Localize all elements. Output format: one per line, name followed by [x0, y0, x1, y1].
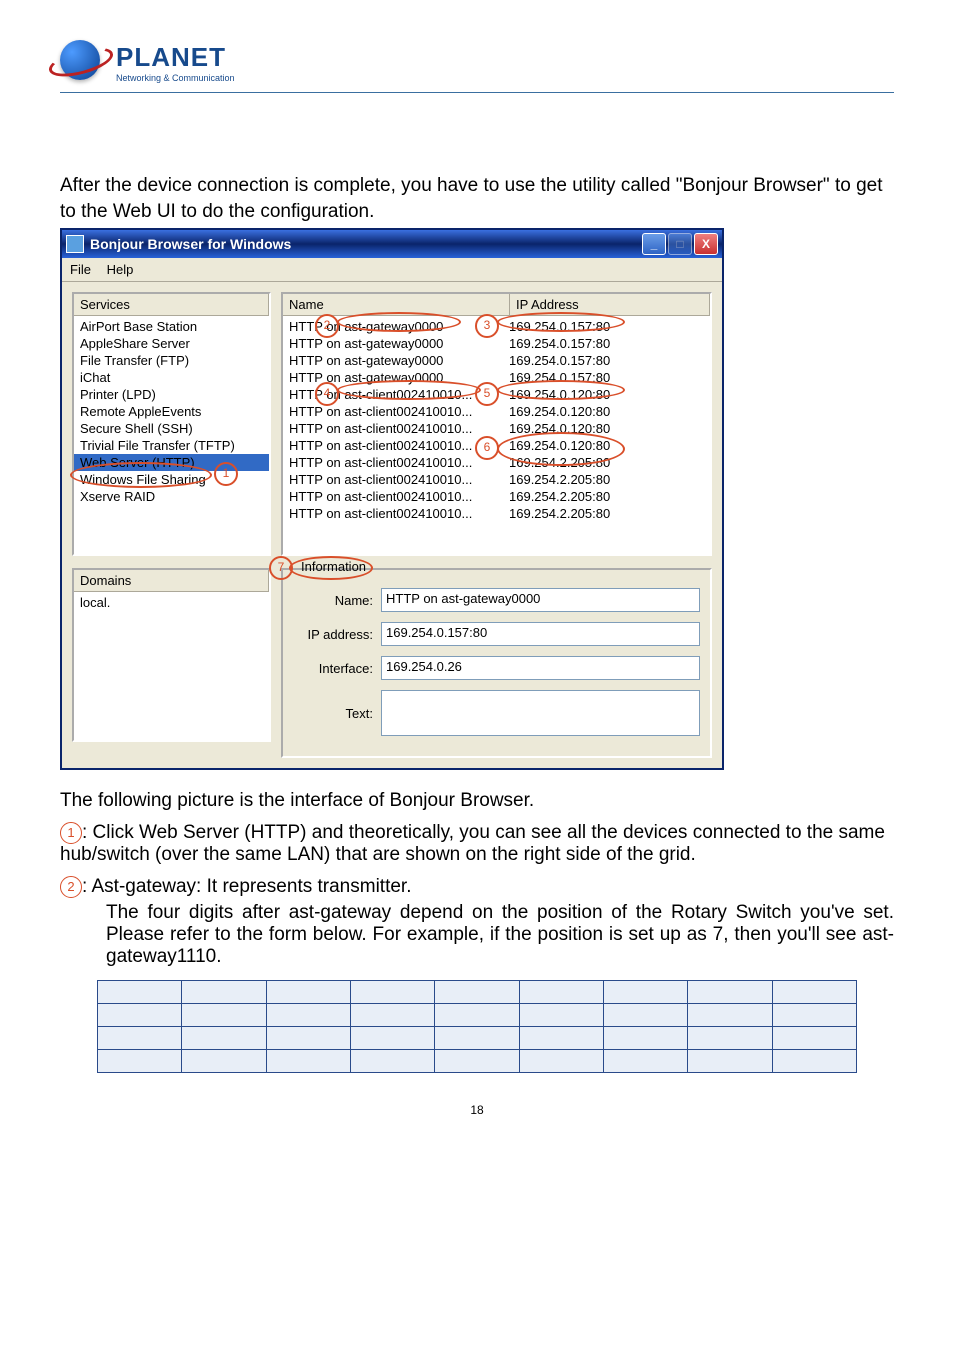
close-button[interactable]: X [694, 233, 718, 255]
bullet-2a-text: : Ast-gateway: It represents transmitter… [82, 876, 411, 897]
col-name: Name [283, 294, 510, 315]
services-header: Services [74, 294, 269, 315]
logo-sub: Networking & Communication [116, 73, 235, 83]
col-ip: IP Address [510, 294, 710, 315]
app-icon [66, 235, 84, 253]
main-row[interactable]: HTTP on ast-client002410010...169.254.2.… [283, 471, 710, 488]
menubar[interactable]: File Help [62, 258, 722, 282]
info-ip-value[interactable]: 169.254.0.157:80 [381, 622, 700, 646]
bonjour-window: Bonjour Browser for Windows _ □ X File H… [60, 228, 724, 770]
info-pane: 7 Information Name: HTTP on ast-gateway0… [281, 568, 712, 758]
main-row[interactable]: HTTP on ast-gateway0000169.254.0.157:80 [283, 335, 710, 352]
menu-help[interactable]: Help [107, 262, 134, 277]
service-item[interactable]: iChat [74, 369, 269, 386]
domain-item[interactable]: local. [74, 594, 269, 611]
domains-pane[interactable]: Domains local. [72, 568, 271, 742]
maximize-button[interactable]: □ [668, 233, 692, 255]
service-item[interactable]: Windows File Sharing [74, 471, 269, 488]
after-text: The following picture is the interface o… [60, 790, 894, 812]
info-title: Information [301, 559, 366, 574]
info-text-label: Text: [293, 706, 373, 721]
info-text-value[interactable] [381, 690, 700, 736]
main-row[interactable]: HTTP on ast-client002410010...169.254.0.… [283, 420, 710, 437]
minimize-button[interactable]: _ [642, 233, 666, 255]
service-item[interactable]: Remote AppleEvents [74, 403, 269, 420]
info-name-label: Name: [293, 593, 373, 608]
service-item[interactable]: Xserve RAID [74, 488, 269, 505]
main-row[interactable]: HTTP on ast-client002410010...169.254.2.… [283, 488, 710, 505]
services-pane[interactable]: Services AirPort Base Station AppleShare… [72, 292, 271, 556]
service-item-selected[interactable]: Web Server (HTTP) [74, 454, 269, 471]
main-row[interactable]: HTTP on ast-client002410010...169.254.2.… [283, 505, 710, 522]
main-row[interactable]: HTTP on ast-gateway0000169.254.0.157:80 [283, 352, 710, 369]
page-number: 18 [60, 1103, 894, 1117]
titlebar[interactable]: Bonjour Browser for Windows _ □ X [62, 230, 722, 258]
main-row[interactable]: HTTP on ast-gateway0000169.254.0.157:80 [283, 369, 710, 386]
domains-header: Domains [74, 570, 269, 591]
bullet-2b-text: The four digits after ast-gateway depend… [106, 902, 894, 968]
info-iface-value[interactable]: 169.254.0.26 [381, 656, 700, 680]
info-name-value[interactable]: HTTP on ast-gateway0000 [381, 588, 700, 612]
bullet-1-text: : Click Web Server (HTTP) and theoretica… [60, 822, 885, 865]
info-iface-label: Interface: [293, 661, 373, 676]
main-row[interactable]: HTTP on ast-client002410010...169.254.2.… [283, 454, 710, 471]
annotation-circle-7: 7 [269, 556, 293, 580]
main-row[interactable]: HTTP on ast-client002410010...169.254.0.… [283, 403, 710, 420]
bullet-1-icon: 1 [60, 822, 82, 844]
window-title: Bonjour Browser for Windows [90, 236, 291, 252]
service-item[interactable]: Trivial File Transfer (TFTP) [74, 437, 269, 454]
logo-title: PLANET [116, 42, 235, 73]
main-pane[interactable]: Name IP Address HTTP on ast-gateway00001… [281, 292, 712, 556]
bullet-2-icon: 2 [60, 876, 82, 898]
service-item[interactable]: Printer (LPD) [74, 386, 269, 403]
service-item[interactable]: File Transfer (FTP) [74, 352, 269, 369]
menu-file[interactable]: File [70, 262, 91, 277]
service-item[interactable]: Secure Shell (SSH) [74, 420, 269, 437]
intro-text: After the device connection is complete,… [60, 173, 894, 224]
info-ip-label: IP address: [293, 627, 373, 642]
service-item[interactable]: AppleShare Server [74, 335, 269, 352]
service-item[interactable]: AirPort Base Station [74, 318, 269, 335]
position-table [97, 980, 857, 1073]
logo: PLANET Networking & Communication [60, 40, 894, 84]
